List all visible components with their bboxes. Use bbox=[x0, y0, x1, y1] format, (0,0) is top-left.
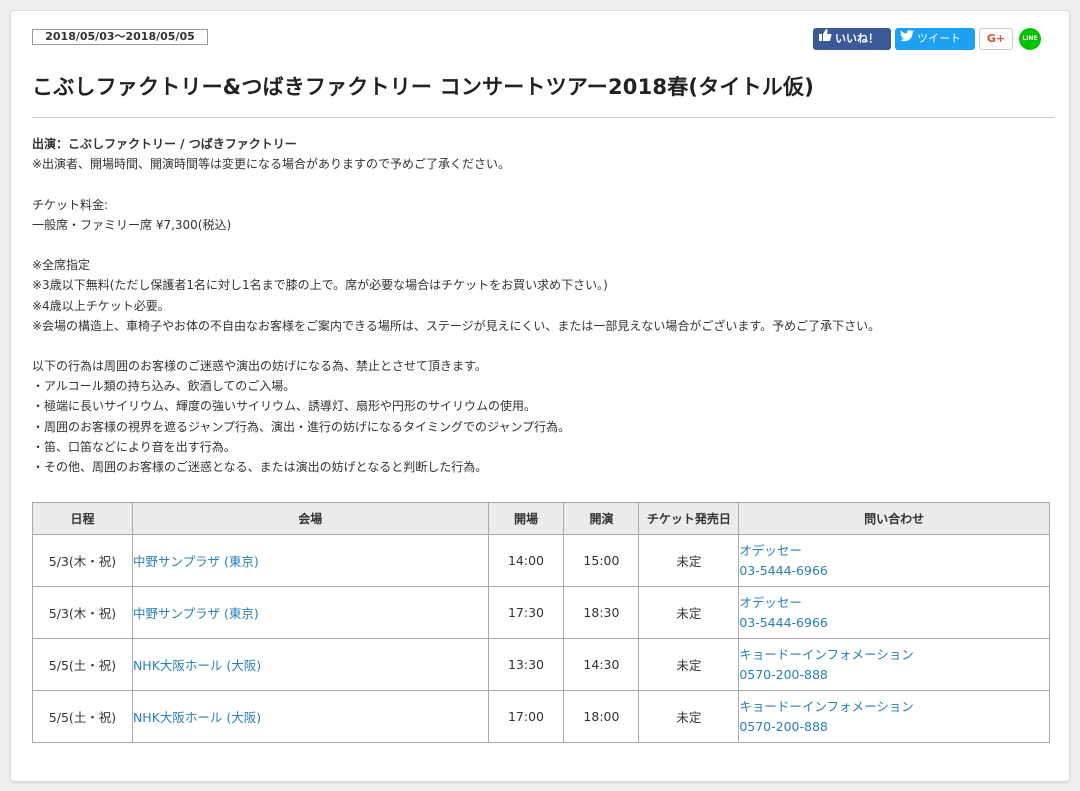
row-start: 18:00 bbox=[563, 690, 640, 743]
venue-link[interactable]: 中野サンプラザ (東京) bbox=[133, 606, 259, 621]
google-plus-button[interactable]: G+ bbox=[979, 28, 1013, 50]
note-item: ※3歳以下無料(ただし保護者1名に対し1名まで膝の上で。席が必要な場合はチケット… bbox=[32, 278, 608, 293]
facebook-like-button[interactable]: いいね！ bbox=[813, 28, 891, 50]
row-ticket-sale: 未定 bbox=[638, 638, 740, 691]
header-open: 開場 bbox=[487, 502, 565, 535]
contact-tel-link[interactable]: 03-5444-6966 bbox=[739, 563, 828, 578]
table-row: 5/5(土・祝) NHK大阪ホール (大阪) 13:30 14:30 未定 キョ… bbox=[32, 638, 1050, 691]
thumbs-up-icon bbox=[818, 28, 832, 50]
note-item: ※4歳以上チケット必要。 bbox=[32, 298, 170, 313]
row-ticket-sale: 未定 bbox=[638, 534, 740, 587]
row-open: 14:00 bbox=[487, 534, 565, 587]
prohibited-item: ・その他、周囲のお客様のご迷惑となる、または演出の妨げとなると判断した行為。 bbox=[32, 460, 488, 474]
event-details: 出演：こぶしファクトリー / つばきファクトリー ※出演者、開場時間、開演時間等… bbox=[32, 134, 1032, 477]
like-label: いいね！ bbox=[835, 32, 879, 45]
row-open: 13:30 bbox=[487, 638, 565, 691]
schedule-header-row: 日程 会場 開場 開演 チケット発売日 問い合わせ bbox=[32, 502, 1050, 535]
social-share-bar: いいね！ ツイート G+ LINE bbox=[813, 28, 1043, 50]
line-share-button[interactable]: LINE bbox=[1017, 28, 1043, 50]
event-title: こぶしファクトリー&つばきファクトリー コンサートツアー2018春(タイトル仮) bbox=[32, 75, 815, 99]
ticket-price: 一般席・ファミリー席 ¥7,300(税込) bbox=[32, 217, 232, 232]
row-start: 18:30 bbox=[563, 586, 640, 639]
table-row: 5/3(木・祝) 中野サンプラザ (東京) 14:00 15:00 未定 オデッ… bbox=[32, 534, 1050, 587]
table-row: 5/3(木・祝) 中野サンプラザ (東京) 17:30 18:30 未定 オデッ… bbox=[32, 586, 1050, 639]
row-date: 5/3(木・祝) bbox=[32, 586, 133, 639]
contact-name-link[interactable]: キョードーインフォメーション bbox=[739, 699, 913, 714]
row-ticket-sale: 未定 bbox=[638, 690, 740, 743]
header-ticket-sale: チケット発売日 bbox=[638, 502, 740, 535]
row-date: 5/5(土・祝) bbox=[32, 638, 133, 691]
schedule-table: 日程 会場 開場 開演 チケット発売日 問い合わせ 5/3(木・祝) 中野サンプ… bbox=[32, 502, 1050, 743]
prohibited-item: ・笛、口笛などにより音を出す行為。 bbox=[32, 439, 236, 454]
header-venue: 会場 bbox=[131, 502, 489, 535]
venue-link[interactable]: NHK大阪ホール (大阪) bbox=[133, 658, 261, 673]
performers-line: 出演：こぶしファクトリー / つばきファクトリー bbox=[32, 137, 297, 151]
prohibited-item: ・周囲のお客様の視界を遮るジャンプ行為、演出・進行の妨げになるタイミングでのジャ… bbox=[32, 419, 571, 434]
header-start: 開演 bbox=[563, 502, 640, 535]
tweet-label: ツイート bbox=[917, 32, 961, 45]
row-open: 17:30 bbox=[487, 586, 565, 639]
row-date: 5/5(土・祝) bbox=[32, 690, 133, 743]
contact-name-link[interactable]: オデッセー bbox=[739, 543, 802, 558]
row-date: 5/3(木・祝) bbox=[32, 534, 133, 587]
row-start: 14:30 bbox=[563, 638, 640, 691]
row-open: 17:00 bbox=[487, 690, 565, 743]
contact-tel-link[interactable]: 0570-200-888 bbox=[739, 667, 828, 682]
line-icon: LINE bbox=[1019, 28, 1041, 50]
contact-tel-link[interactable]: 0570-200-888 bbox=[739, 719, 828, 734]
venue-link[interactable]: 中野サンプラザ (東京) bbox=[133, 554, 259, 569]
google-plus-icon: G+ bbox=[986, 32, 1006, 45]
contact-name-link[interactable]: キョードーインフォメーション bbox=[739, 647, 913, 662]
table-row: 5/5(土・祝) NHK大阪ホール (大阪) 17:00 18:00 未定 キョ… bbox=[32, 690, 1050, 743]
contact-name-link[interactable]: オデッセー bbox=[739, 595, 802, 610]
date-range-badge: 2018/05/03〜2018/05/05 bbox=[32, 29, 208, 45]
note-item: ※全席指定 bbox=[32, 258, 91, 273]
venue-link[interactable]: NHK大阪ホール (大阪) bbox=[133, 710, 261, 725]
note-item: ※会場の構造上、車椅子やお体の不自由なお客様をご案内できる場所は、ステージが見え… bbox=[32, 318, 881, 333]
prohibited-item: ・アルコール類の持ち込み、飲酒してのご入場。 bbox=[32, 379, 296, 394]
header-date: 日程 bbox=[32, 502, 133, 535]
contact-tel-link[interactable]: 03-5444-6966 bbox=[739, 615, 828, 630]
change-notice: ※出演者、開場時間、開演時間等は変更になる場合がありますので予めご了承ください。 bbox=[32, 157, 511, 172]
tweet-button[interactable]: ツイート bbox=[895, 28, 975, 50]
ticket-label: チケット料金: bbox=[32, 197, 109, 212]
title-divider bbox=[32, 117, 1055, 118]
row-start: 15:00 bbox=[563, 534, 640, 587]
header-contact: 問い合わせ bbox=[738, 502, 1050, 535]
event-card: 2018/05/03〜2018/05/05 いいね！ ツイート G+ LINE … bbox=[10, 10, 1070, 782]
row-ticket-sale: 未定 bbox=[638, 586, 740, 639]
prohibited-intro: 以下の行為は周囲のお客様のご迷惑や演出の妨げになる為、禁止とさせて頂きます。 bbox=[32, 359, 487, 374]
prohibited-item: ・極端に長いサイリウム、輝度の強いサイリウム、誘導灯、扇形や円形のサイリウムの使… bbox=[32, 399, 537, 414]
twitter-bird-icon bbox=[900, 28, 914, 50]
